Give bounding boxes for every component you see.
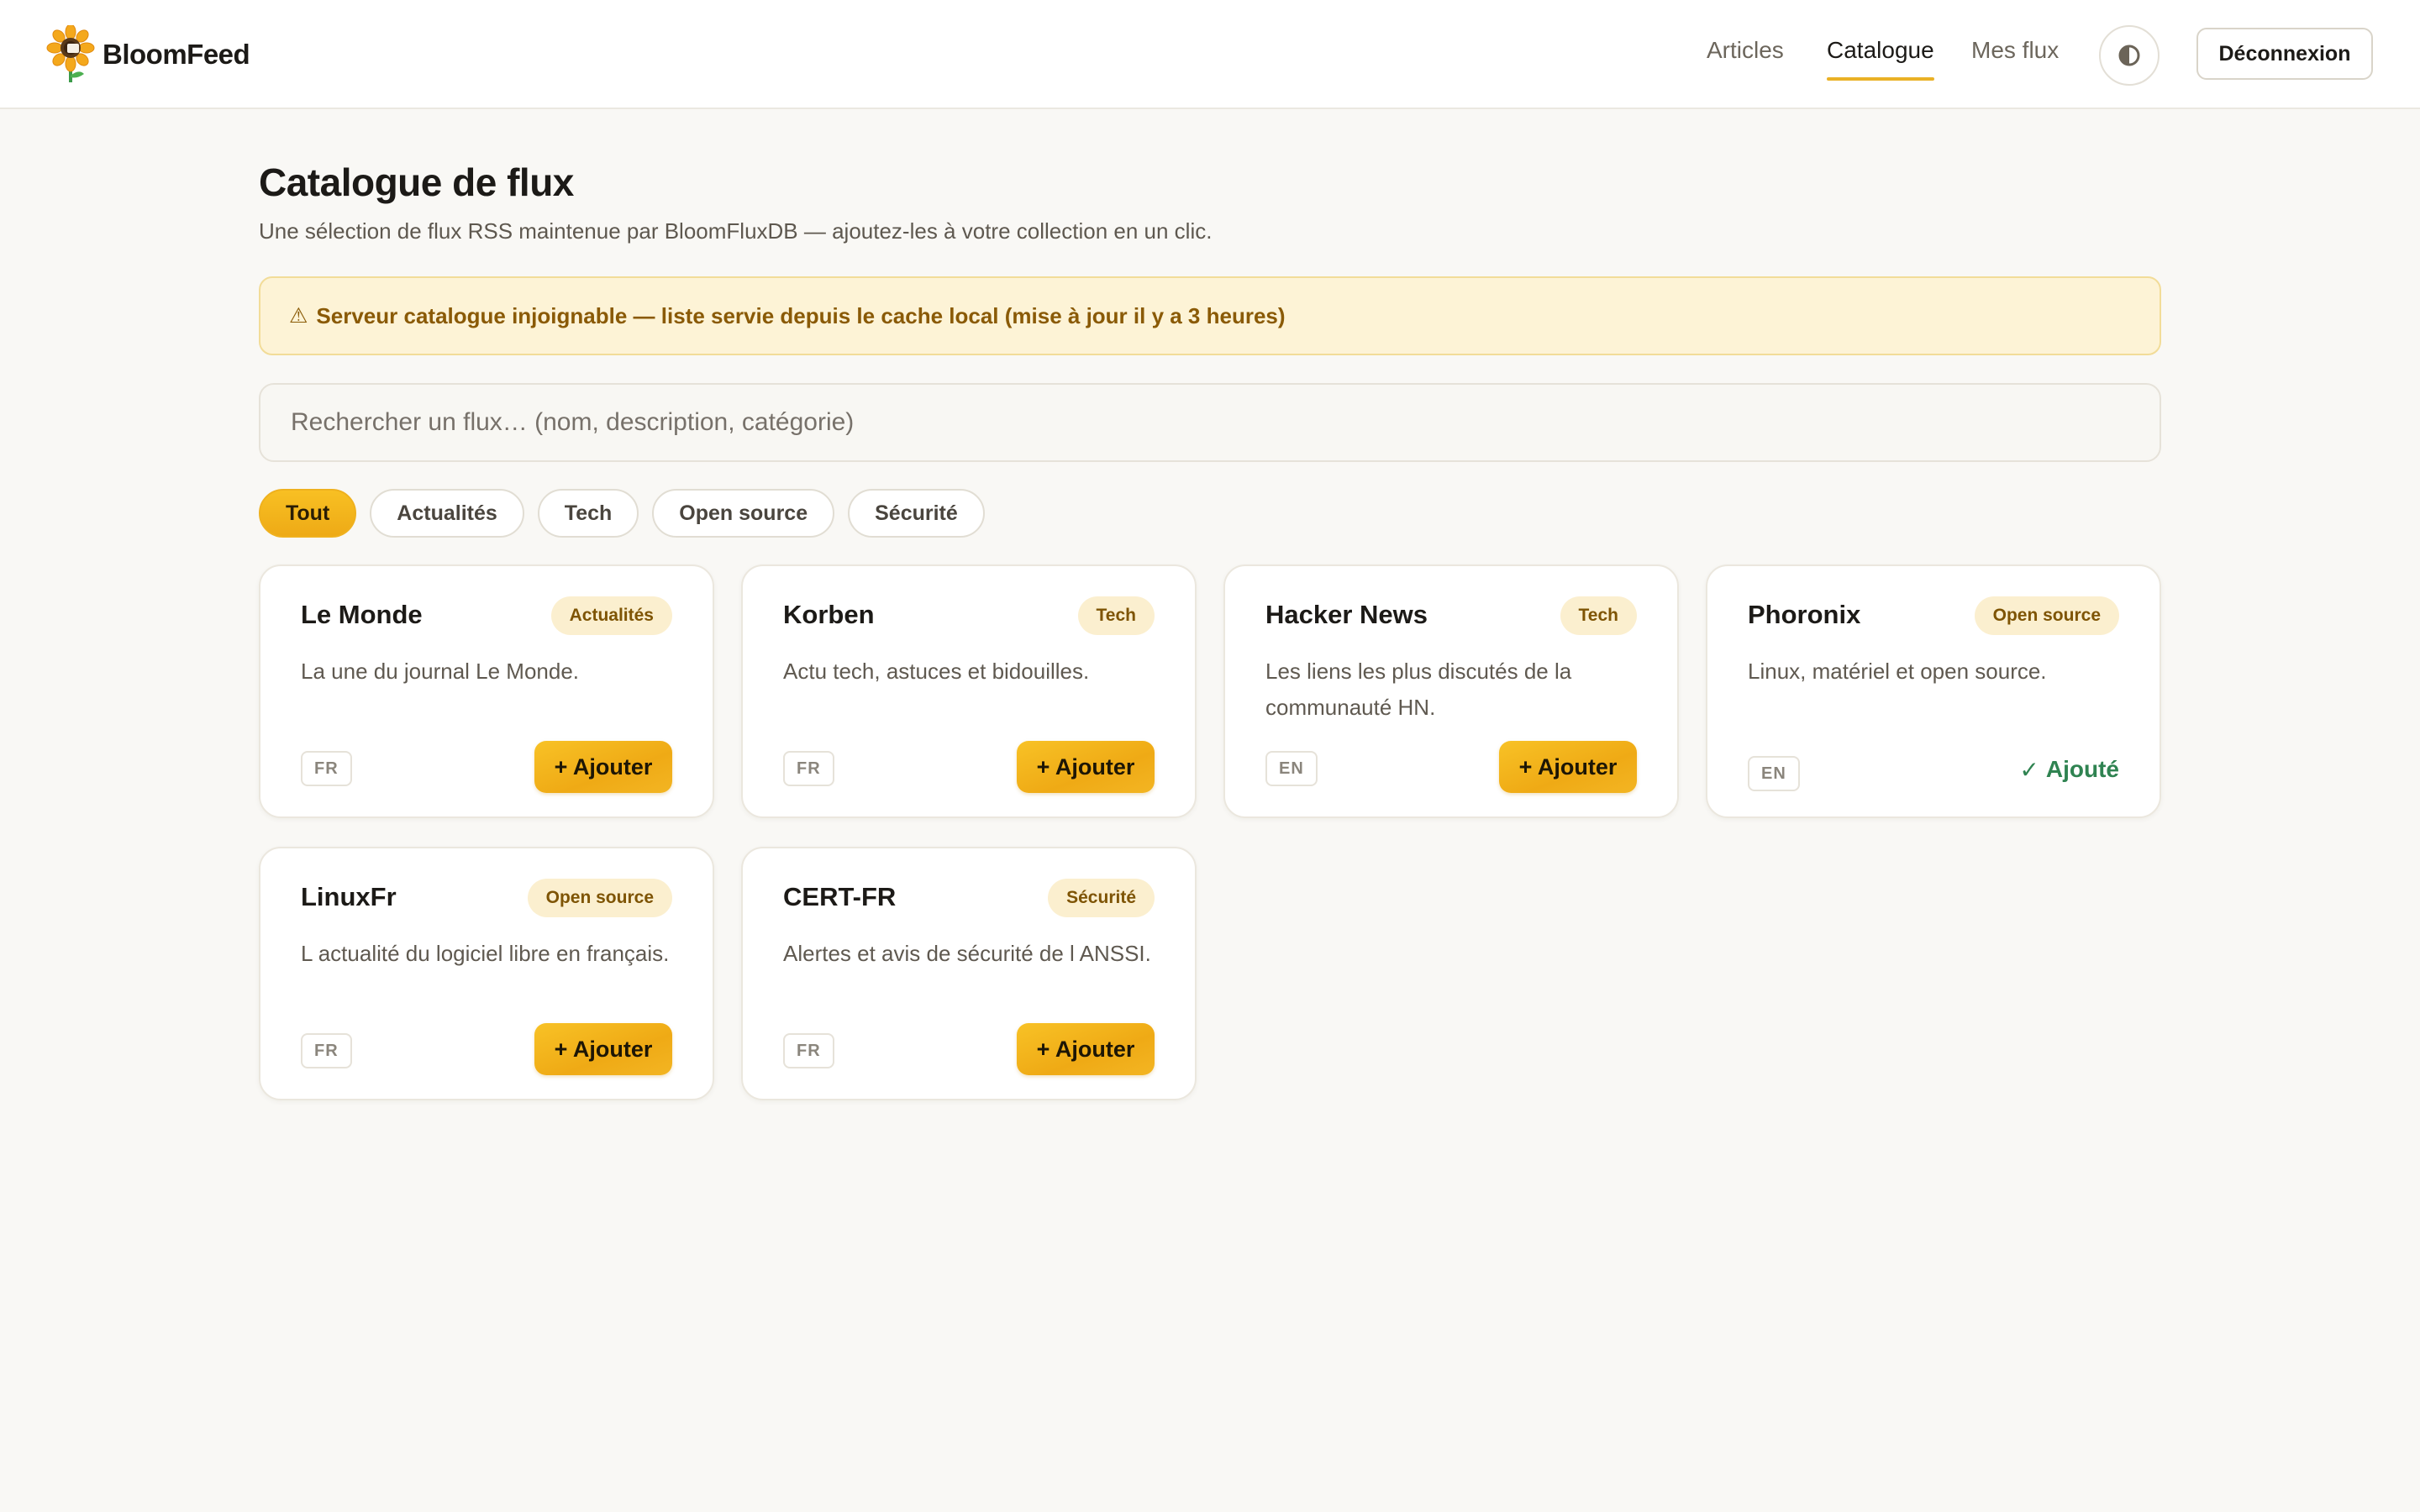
feed-language-badge: FR [783,1033,834,1068]
cache-warning-alert: ⚠ Serveur catalogue injoignable — liste … [259,276,2161,355]
filter-chip-security[interactable]: Sécurité [848,489,985,538]
feed-added-label: Ajouté [2045,756,2119,782]
feed-language-badge: FR [301,751,352,786]
theme-toggle-button[interactable] [2099,25,2160,86]
nav-catalogue[interactable]: Catalogue [1827,37,1934,64]
feed-description: L actualité du logiciel libre en françai… [301,941,670,966]
feed-category-badge: Actualités [550,596,672,635]
logout-button[interactable]: Déconnexion [2196,28,2373,80]
feed-description: Les liens les plus discutés de la commun… [1265,659,1572,720]
filter-chip-open-source[interactable]: Open source [652,489,835,538]
half-moon-contrast-icon [2118,45,2140,66]
feed-language-badge: FR [783,751,834,786]
app-logo[interactable]: BloomFeed [45,25,250,84]
feed-card-le-monde: Le Monde Actualités La une du journal Le… [259,564,714,818]
nav-my-feeds[interactable]: Mes flux [1971,37,2059,64]
feed-description: Alertes et avis de sécurité de l ANSSI. [783,941,1151,966]
feed-category-badge: Tech [1560,596,1637,635]
category-filters: Tout Actualités Tech Open source Sécurit… [259,489,985,538]
feed-language-badge: EN [1748,756,1800,791]
checkmark-icon: ✓ [2019,756,2039,783]
feed-card-phoronix: Phoronix Open source Linux, matériel et … [1706,564,2161,818]
feed-category-badge: Open source [527,879,672,917]
filter-chip-all[interactable]: Tout [259,489,357,538]
add-feed-button[interactable]: + Ajouter [1017,1023,1155,1075]
feed-name: Hacker News [1265,600,1428,629]
page-subtitle: Une sélection de flux RSS maintenue par … [259,218,1213,244]
nav-articles[interactable]: Articles [1707,37,1784,64]
add-feed-button[interactable]: + Ajouter [1017,741,1155,793]
page-title: Catalogue de flux [259,160,574,204]
feed-description: Linux, matériel et open source. [1748,659,2047,684]
filter-chip-tech[interactable]: Tech [537,489,639,538]
feed-added-status: ✓ Ajouté [2019,753,2119,786]
feed-description: La une du journal Le Monde. [301,659,580,684]
feed-language-badge: FR [301,1033,352,1068]
warning-icon: ⚠ [289,304,308,328]
feed-category-badge: Tech [1077,596,1155,635]
feed-card-hacker-news: Hacker News Tech Les liens les plus disc… [1223,564,1679,818]
feed-name: CERT-FR [783,882,897,911]
feed-card-korben: Korben Tech Actu tech, astuces et bidoui… [741,564,1197,818]
feed-card-cert-fr: CERT-FR Sécurité Alertes et avis de sécu… [741,847,1197,1100]
feed-name: LinuxFr [301,882,397,911]
filter-chip-news[interactable]: Actualités [370,489,524,538]
add-feed-button[interactable]: + Ajouter [534,741,672,793]
alert-text: Serveur catalogue injoignable — liste se… [316,302,1286,328]
feed-card-linuxfr: LinuxFr Open source L actualité du logic… [259,847,714,1100]
feed-name: Phoronix [1748,600,1861,629]
add-feed-button[interactable]: + Ajouter [1499,741,1637,793]
feed-language-badge: EN [1265,751,1318,786]
nav-active-indicator [1827,77,1934,81]
feed-name: Korben [783,600,875,629]
sunflower-logo-icon [46,25,95,82]
feed-description: Actu tech, astuces et bidouilles. [783,659,1090,684]
feed-category-badge: Open source [1974,596,2119,635]
feed-name: Le Monde [301,600,423,629]
app-name: BloomFeed [103,39,250,70]
feed-category-badge: Sécurité [1048,879,1155,917]
add-feed-button[interactable]: + Ajouter [534,1023,672,1075]
top-header: BloomFeed Articles Catalogue Mes flux Dé… [0,0,2420,109]
search-input[interactable] [259,383,2161,462]
